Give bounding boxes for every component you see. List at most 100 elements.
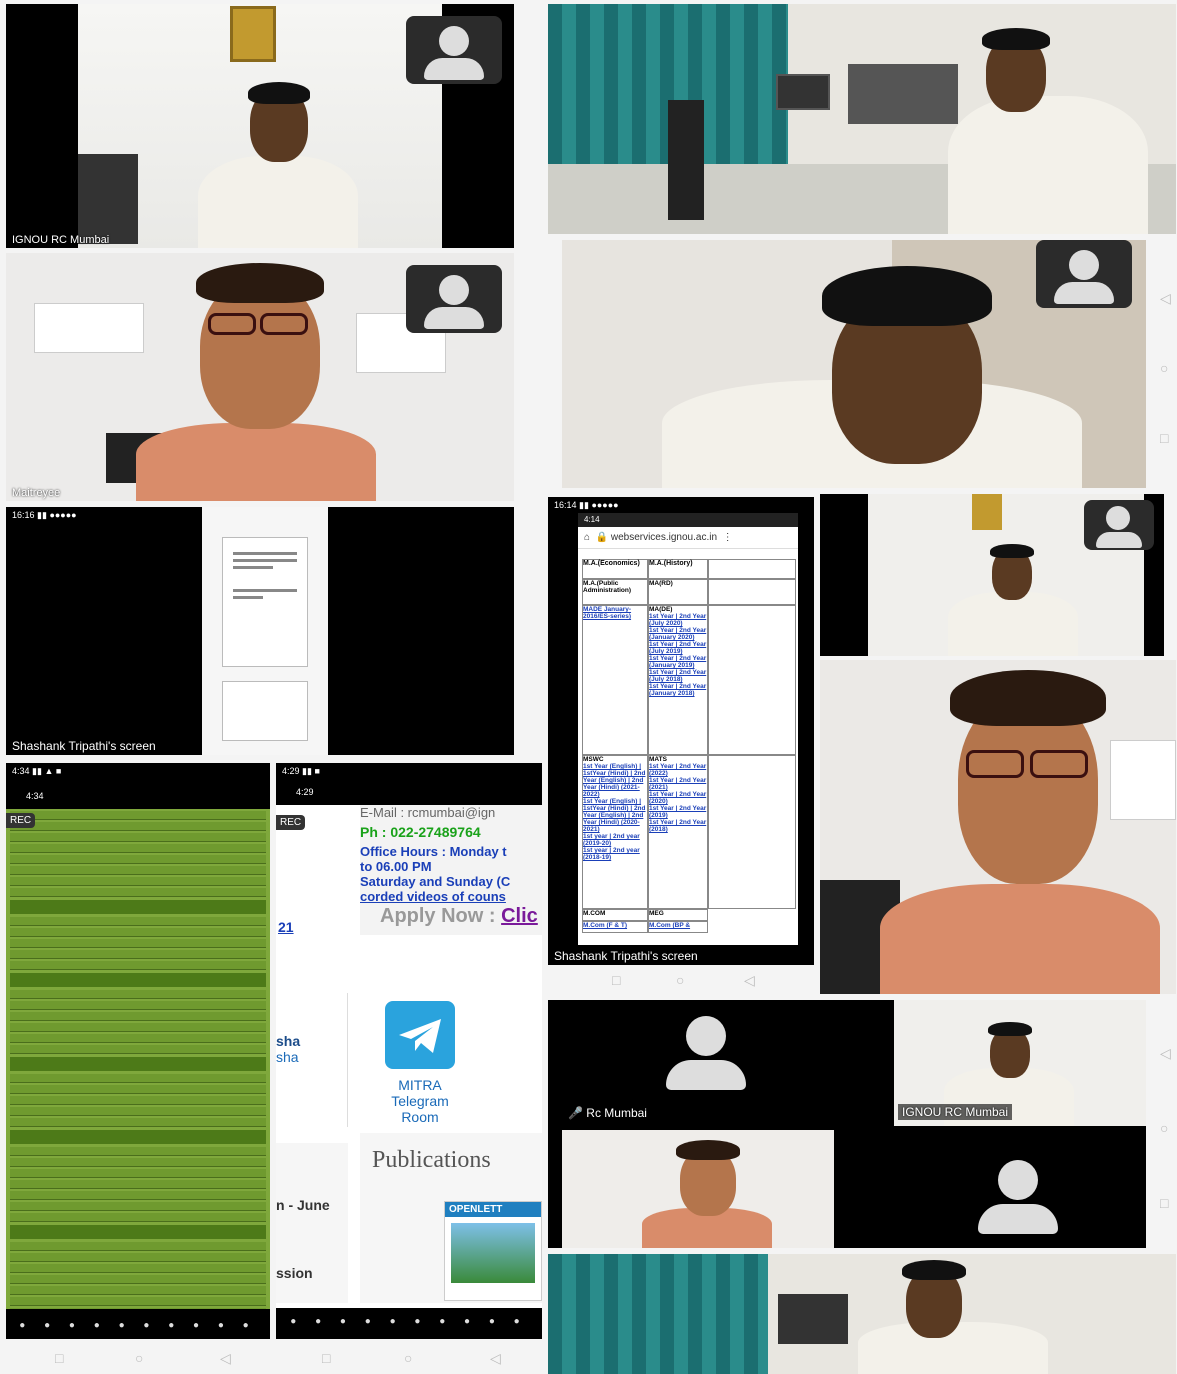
table-link[interactable]: M.Com (BP & <box>648 921 708 933</box>
home-icon[interactable]: ⌂ <box>584 532 590 543</box>
table-link[interactable]: 1st Year | 2nd Year (2022) <box>649 763 707 777</box>
participant-man <box>948 544 1078 656</box>
screen-share-tile-2[interactable]: 16:14 ▮▮ ●●●●● 4:14 ⌂ 🔒 webservices.igno… <box>548 497 814 965</box>
portrait-frame <box>230 6 276 62</box>
table-cell <box>708 559 796 579</box>
printer <box>778 1294 848 1344</box>
email-text[interactable]: E-Mail : rcmumbai@ign <box>360 805 542 820</box>
nav-home-icon[interactable]: ○ <box>1160 1120 1168 1136</box>
table-cell: MATS 1st Year | 2nd Year (2022) 1st Year… <box>648 755 708 909</box>
apply-link[interactable]: Clic <box>501 905 538 927</box>
table-link[interactable]: 1st Year | 2nd Year (July 2020) <box>649 613 707 627</box>
nav-home-icon[interactable]: ○ <box>135 1350 143 1366</box>
card-text: n - June <box>276 1197 330 1213</box>
publications-card[interactable]: Publications OPENLETT <box>360 1133 542 1303</box>
participant-woman <box>136 253 376 501</box>
table-link[interactable]: 1st Year | 2nd Year (July 2018) <box>649 669 707 683</box>
table-header: M.A.(History) <box>648 559 708 579</box>
nav-back-icon[interactable]: ◁ <box>220 1350 231 1367</box>
telegram-card[interactable]: MITRA Telegram Room <box>360 993 480 1127</box>
page-dots: ● ● ● ● ● ● ● ● ● ● <box>19 1320 257 1331</box>
table-link[interactable]: MADE January-2016/ES-series) <box>582 605 648 755</box>
video-tile-woman-large[interactable] <box>820 660 1176 994</box>
participant-man <box>938 24 1148 234</box>
nav-recents-icon[interactable]: □ <box>612 972 620 988</box>
table-cell <box>708 579 796 605</box>
phone-screen-left[interactable]: 4:34 ▮▮ ▲ ■ 4:34 REC ● ● ● ● ● ● ● ● ● ● <box>6 763 270 1339</box>
avatar-body <box>978 1204 1058 1234</box>
table-link[interactable]: 1st Year (English) | 1stYear (Hindi) | 2… <box>583 763 647 798</box>
table-link[interactable]: 1st Year | 2nd Year (2018) <box>649 819 707 833</box>
video-tile-man-closeup[interactable] <box>562 240 1146 488</box>
phone-time: 4:29 <box>276 781 542 805</box>
apply-now[interactable]: Apply Now : Clic <box>380 905 538 928</box>
info-card[interactable]: n - June ssion <box>276 1143 348 1303</box>
video-tile-top-left[interactable]: IGNOU RC Mumbai <box>6 4 514 248</box>
table-link[interactable]: 1st Year (English) | 1stYear (Hindi) | 2… <box>583 798 647 833</box>
wall-poster <box>34 303 144 353</box>
nav-back-icon[interactable]: ◁ <box>744 972 755 989</box>
table-link[interactable]: 1st Year | 2nd Year (2020) <box>649 791 707 805</box>
status-bar: 4:34 ▮▮ ▲ ■ <box>12 766 62 776</box>
table-link[interactable]: 1st year | 2nd year (2019-20) <box>583 833 647 847</box>
participant-man <box>848 1258 1048 1374</box>
programme-list[interactable] <box>6 809 270 1309</box>
nav-back-icon[interactable]: ◁ <box>1160 290 1171 307</box>
printer <box>78 154 138 244</box>
table-link[interactable]: 1st Year | 2nd Year (January 2020) <box>649 627 707 641</box>
nav-back-icon[interactable]: ◁ <box>490 1350 501 1367</box>
table-link[interactable]: 1st Year | 2nd Year (January 2018) <box>649 683 707 697</box>
nav-recents-icon[interactable]: □ <box>322 1350 330 1366</box>
participant-name: Maitreyee <box>12 487 61 499</box>
nav-recents-icon[interactable]: □ <box>1160 430 1168 446</box>
avatar-icon <box>998 1160 1038 1200</box>
app-label: sha <box>276 1049 299 1065</box>
document-preview <box>202 507 328 755</box>
phone-screen-right[interactable]: 4:29 ▮▮ ■ 4:29 REC E-Mail : rcmumbai@ign… <box>276 763 542 1339</box>
openletter-cover[interactable]: OPENLETT <box>444 1201 542 1301</box>
phone-text[interactable]: Ph : 022-27489764 <box>360 824 542 840</box>
nav-recents-icon[interactable]: □ <box>1160 1195 1168 1211</box>
screen-share-tile[interactable]: 16:16 ▮▮ ●●●●● Shashank Tripathi's scree… <box>6 507 514 755</box>
monitor <box>776 74 830 110</box>
video-tile-maitreyee[interactable]: Maitreyee <box>6 253 514 501</box>
nav-back-icon[interactable]: ◁ <box>1160 1045 1171 1062</box>
gallery-grid[interactable]: 🎤 Rc Mumbai IGNOU RC Mumbai <box>548 1000 1146 1248</box>
participant-woman <box>880 664 1160 994</box>
office-hours: Office Hours : Monday t <box>360 844 507 859</box>
nav-home-icon[interactable]: ○ <box>404 1350 412 1366</box>
phone-screen: 4:14 ⌂ 🔒 webservices.ignou.ac.in ⋮ M.A.(… <box>578 513 798 945</box>
cover-image <box>451 1223 535 1283</box>
camera-off-avatar <box>1036 240 1132 308</box>
video-tile-bottom-office[interactable] <box>548 1254 1176 1374</box>
publications-title: Publications <box>372 1147 491 1173</box>
grid-cell-ignou[interactable]: IGNOU RC Mumbai <box>894 1000 1146 1126</box>
video-tile-small-man[interactable] <box>820 494 1164 656</box>
phone-time: 4:34 <box>26 791 44 801</box>
url-text[interactable]: webservices.ignou.ac.in <box>611 532 717 543</box>
status-bar: 4:29 ▮▮ ■ <box>276 763 542 781</box>
table-link[interactable]: M.Com (F & T) <box>582 921 648 933</box>
table-link[interactable]: 1st year | 2nd year (2018-19) <box>583 847 647 861</box>
recorded-videos-link[interactable]: corded videos of couns <box>360 889 542 904</box>
grid-cell-woman[interactable] <box>562 1130 834 1248</box>
video-tile-top-right[interactable] <box>548 4 1176 234</box>
camera-off-avatar <box>406 265 502 333</box>
nav-home-icon[interactable]: ○ <box>1160 360 1168 376</box>
table-cell: MSWC 1st Year (English) | 1stYear (Hindi… <box>582 755 648 909</box>
table-link[interactable]: 1st Year | 2nd Year (January 2019) <box>649 655 707 669</box>
grid-cell-rc-mumbai[interactable]: 🎤 Rc Mumbai <box>548 1000 888 1126</box>
nav-home-icon[interactable]: ○ <box>676 972 684 988</box>
rec-badge: REC <box>276 815 306 830</box>
app-label: Room <box>401 1109 439 1125</box>
grid-cell-avatar[interactable] <box>894 1130 1146 1248</box>
browser-bar[interactable]: ⌂ 🔒 webservices.ignou.ac.in ⋮ <box>578 527 798 549</box>
table-cell: MEG <box>648 909 708 921</box>
app-card[interactable]: sha sha <box>276 993 348 1127</box>
table-link[interactable]: 1st Year | 2nd Year (July 2019) <box>649 641 707 655</box>
link-fragment[interactable]: 21 <box>278 919 294 935</box>
screen-share-caption: Shashank Tripathi's screen <box>554 949 698 963</box>
nav-recents-icon[interactable]: □ <box>55 1350 63 1366</box>
table-link[interactable]: 1st Year | 2nd Year (2019) <box>649 805 707 819</box>
table-link[interactable]: 1st Year | 2nd Year (2021) <box>649 777 707 791</box>
